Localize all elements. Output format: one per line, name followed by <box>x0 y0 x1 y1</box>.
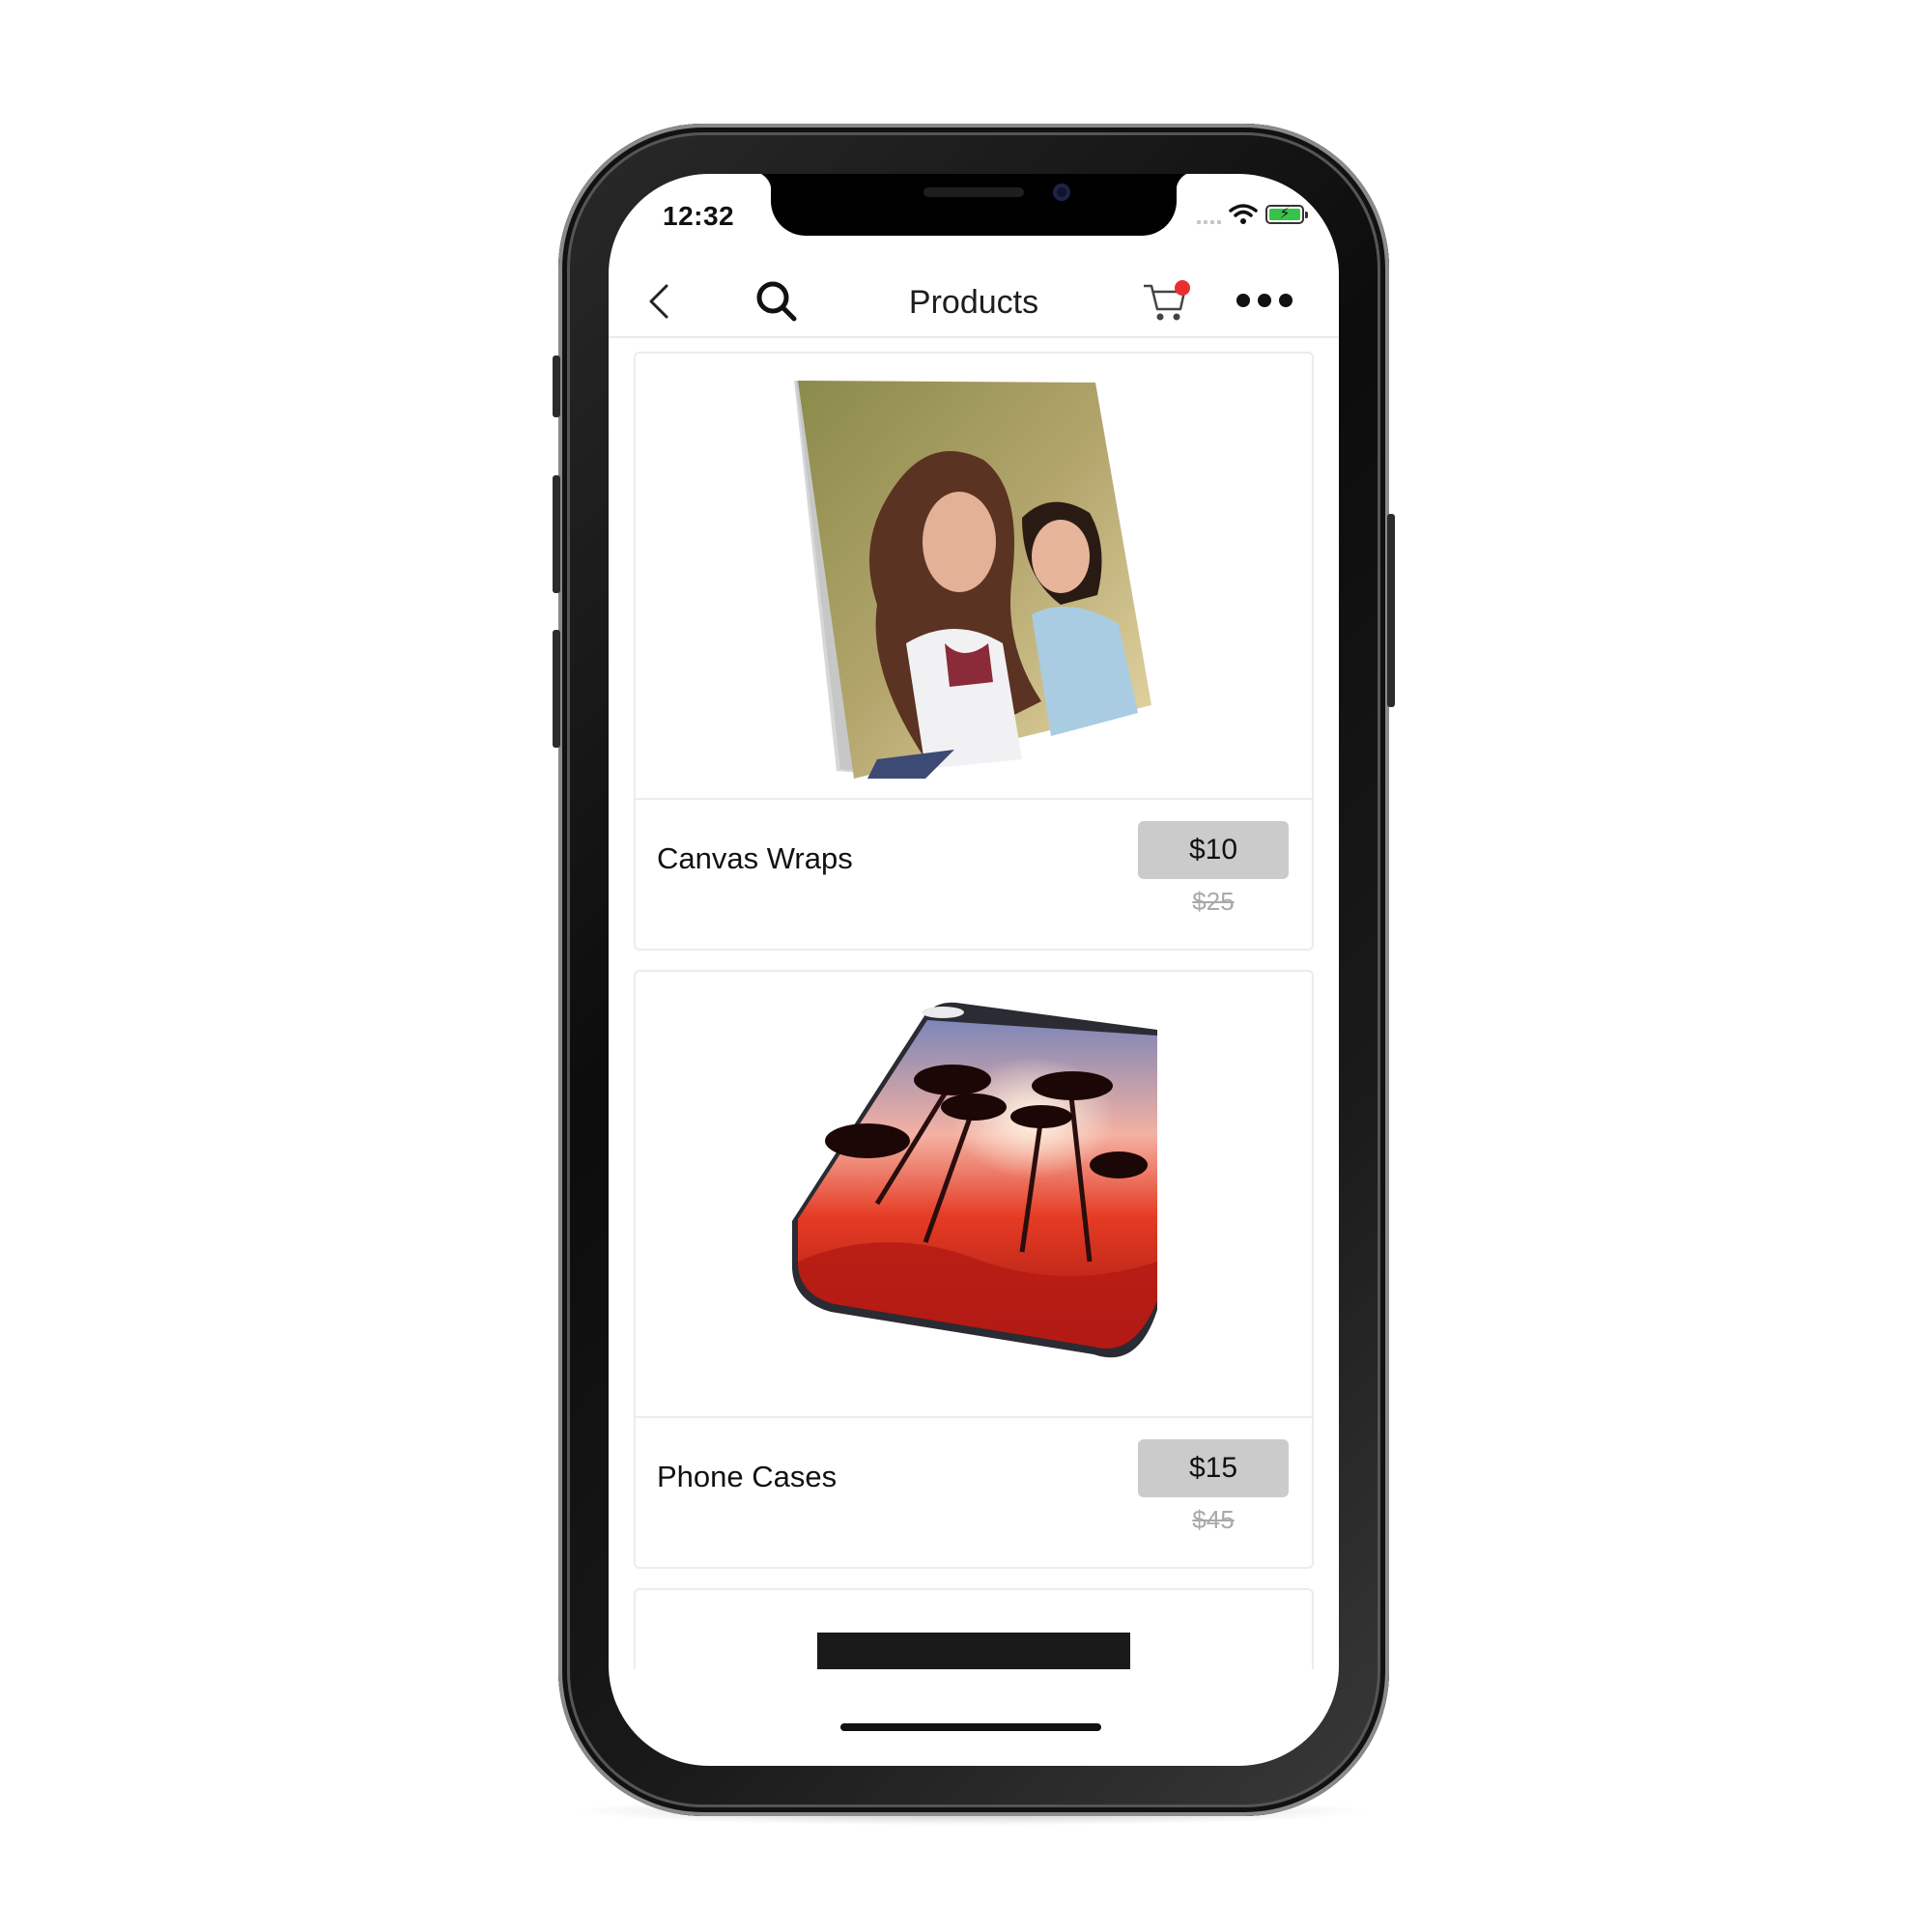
partially-visible-product-image <box>817 1633 1130 1669</box>
home-indicator[interactable] <box>840 1723 1101 1731</box>
status-icons: ⚡ <box>1197 203 1308 226</box>
price-button[interactable]: $10 <box>1138 821 1289 879</box>
product-name: Canvas Wraps <box>657 841 853 875</box>
product-card[interactable]: Canvas Wraps $10 $25 <box>634 352 1314 951</box>
volume-up-button <box>553 475 560 593</box>
product-card[interactable] <box>634 1588 1314 1669</box>
product-list: Canvas Wraps $10 $25 Phone Cases $15 $45 <box>609 340 1339 1669</box>
front-camera <box>1053 184 1070 201</box>
cart-button[interactable] <box>1142 278 1192 325</box>
battery-charging-icon: ⚡ <box>1265 205 1308 224</box>
canvas-photo-image <box>636 354 1312 800</box>
navigation-bar: Products <box>609 265 1339 338</box>
product-name: Phone Cases <box>657 1460 838 1493</box>
more-dots-icon[interactable] <box>1236 286 1298 315</box>
power-button <box>1387 514 1395 707</box>
signal-dots-icon <box>1197 205 1221 224</box>
notch <box>752 174 1196 236</box>
page-title: Products <box>908 284 1039 321</box>
price-button[interactable]: $15 <box>1138 1439 1289 1497</box>
volume-down-button <box>553 630 560 748</box>
earpiece-speaker <box>923 187 1024 197</box>
product-card[interactable]: Phone Cases $15 $45 <box>634 970 1314 1569</box>
mute-switch <box>553 355 560 417</box>
status-time: 12:32 <box>663 201 735 231</box>
wifi-icon <box>1229 204 1258 224</box>
cart-badge <box>1175 280 1190 296</box>
phone-case-image <box>636 972 1312 1418</box>
phone-screen: 12:32 ⚡ Products Canvas Wraps $10 $25 Ph… <box>609 174 1339 1766</box>
original-price: $45 <box>1192 1505 1235 1534</box>
original-price: $25 <box>1192 887 1235 916</box>
